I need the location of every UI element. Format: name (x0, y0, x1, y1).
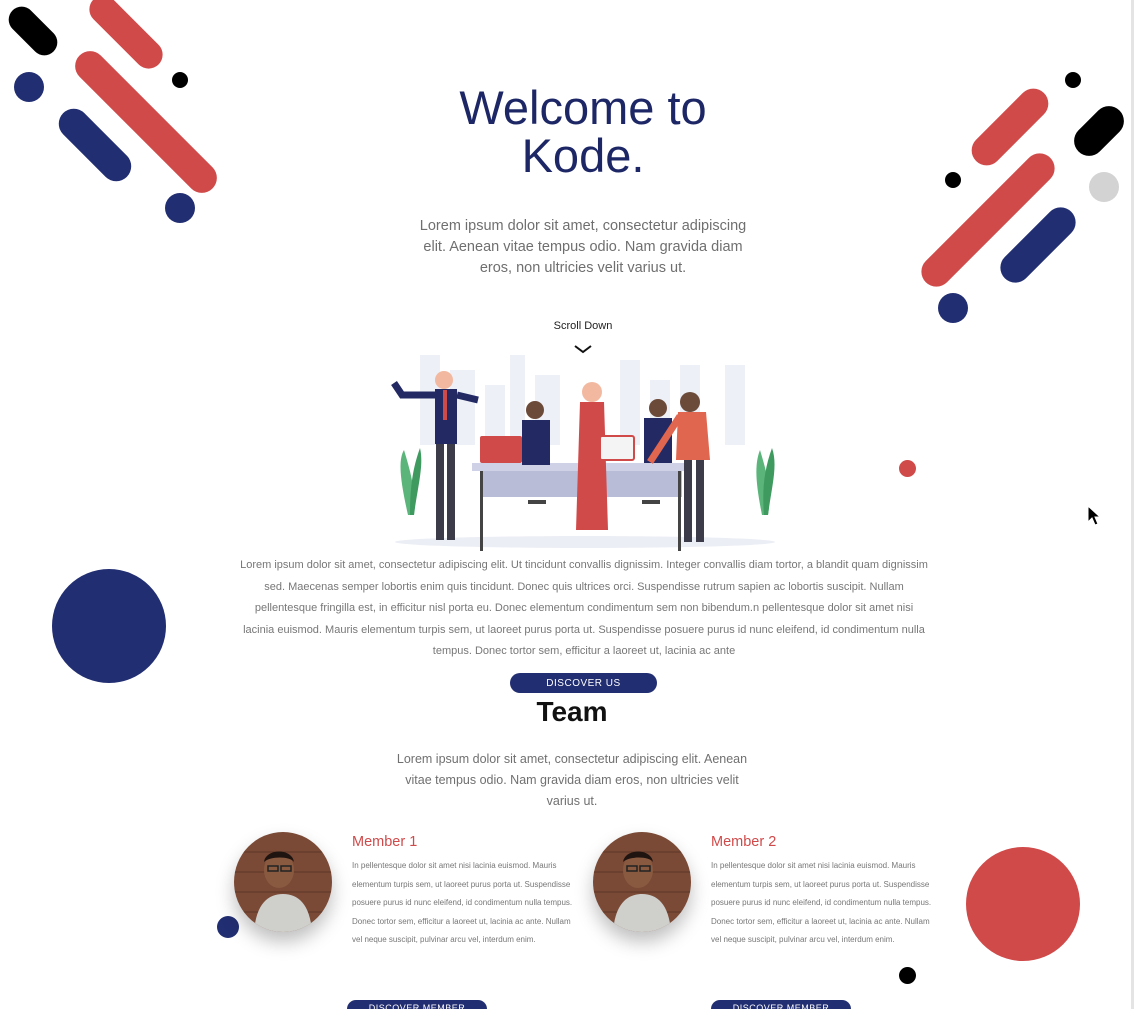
discover-us-button[interactable]: DISCOVER US (510, 673, 657, 693)
member-bio: In pellentesque dolor sit amet nisi laci… (711, 861, 932, 945)
decor-circle-red-large (966, 847, 1080, 961)
member-name: Member 1 (352, 834, 418, 850)
decor-dot-red (899, 460, 916, 477)
title-line-2: Kode. (521, 129, 645, 182)
member-bio: In pellentesque dolor sit amet nisi laci… (352, 861, 573, 945)
avatar (593, 832, 691, 932)
decor-circle-navy-large (52, 569, 166, 683)
about-paragraph: Lorem ipsum dolor sit amet, consectetur … (240, 559, 928, 658)
member-card: Member 1 In pellentesque dolor sit amet … (234, 832, 594, 1009)
hero-subtitle: Lorem ipsum dolor sit amet, consectetur … (419, 218, 747, 276)
discover-member-button[interactable]: DISCOVER MEMBER (711, 1000, 851, 1009)
page-title: Welcome to Kode. (0, 84, 1134, 180)
title-line-1: Welcome to (459, 81, 707, 134)
decor-dot-navy (938, 293, 968, 323)
member-name: Member 2 (711, 834, 777, 850)
scroll-down-label[interactable]: Scroll Down (533, 320, 633, 332)
member-card: Member 2 In pellentesque dolor sit amet … (593, 832, 953, 1009)
team-illustration (391, 355, 775, 551)
avatar (234, 832, 332, 932)
discover-member-button[interactable]: DISCOVER MEMBER (347, 1000, 487, 1009)
team-subtitle: Lorem ipsum dolor sit amet, consectetur … (396, 752, 748, 808)
decor-pill-black (3, 1, 63, 61)
decor-dot-navy (165, 193, 195, 223)
team-heading: Team (536, 696, 608, 727)
mouse-cursor-icon (1087, 505, 1101, 526)
